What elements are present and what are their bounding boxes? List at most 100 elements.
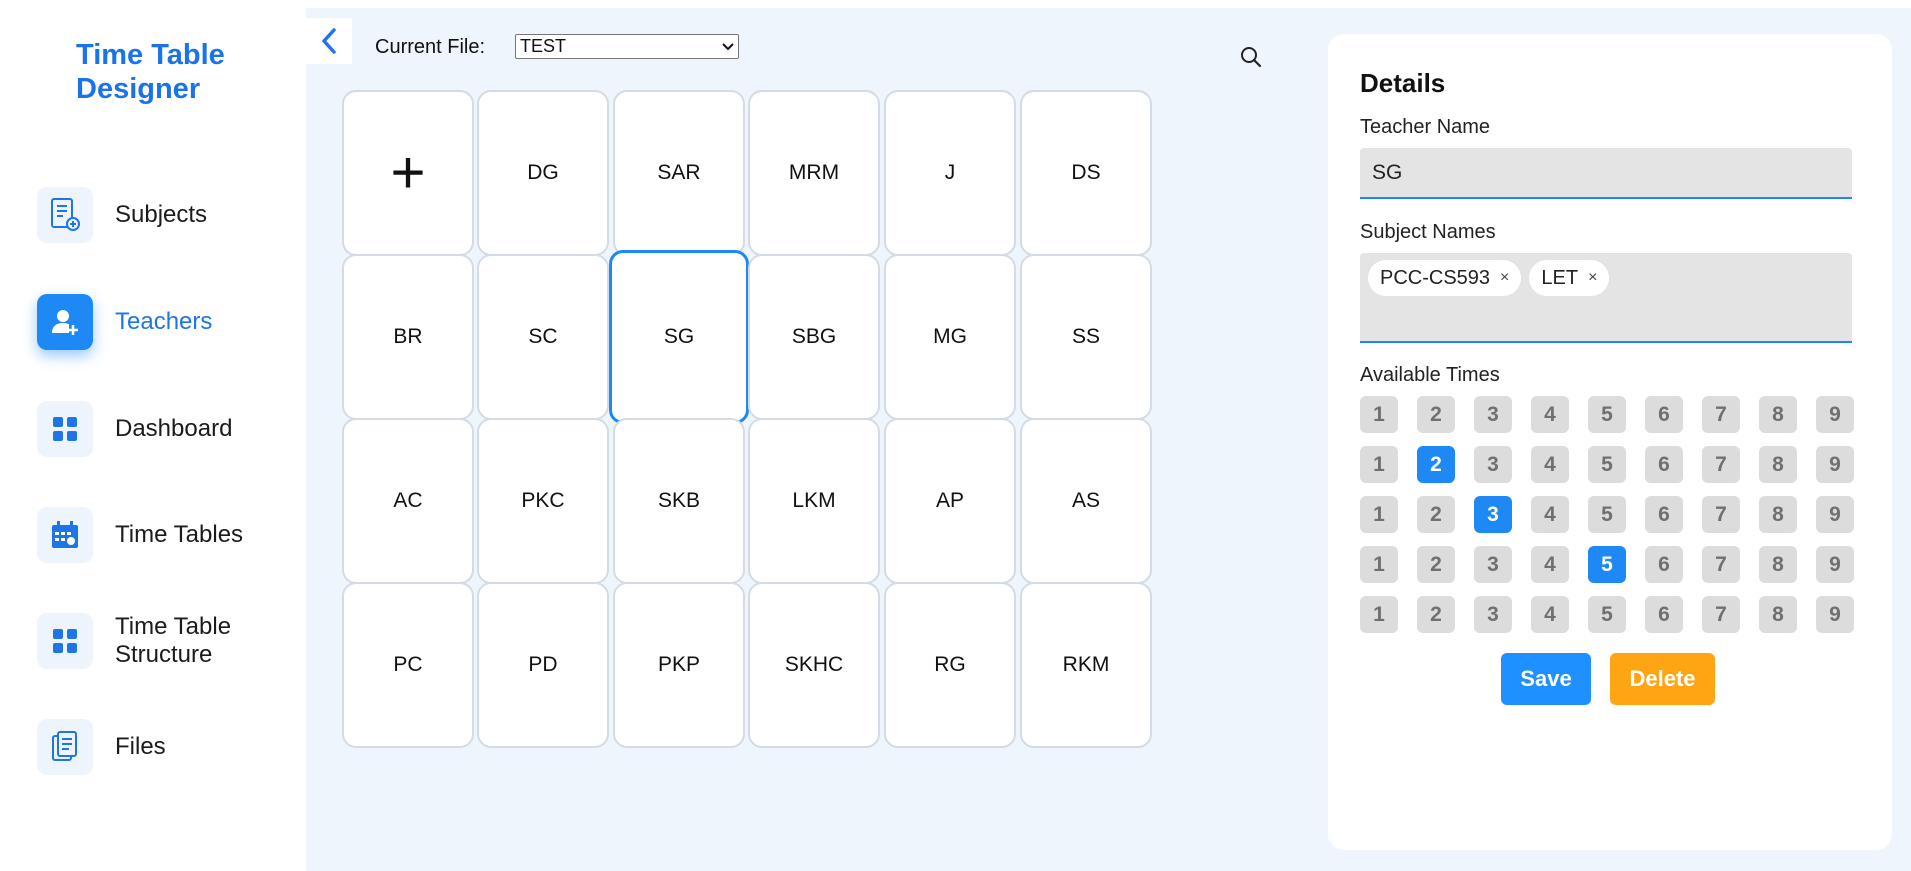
- teacher-card[interactable]: BR: [342, 254, 474, 420]
- sidebar-item-time-tables[interactable]: Time Tables: [37, 506, 243, 564]
- available-times-grid: 1234567891234567891234567891234567891234…: [1360, 396, 1854, 646]
- time-slot-toggle[interactable]: 6: [1645, 596, 1683, 633]
- time-slot-toggle[interactable]: 7: [1702, 596, 1740, 633]
- sidebar-item-dashboard[interactable]: Dashboard: [37, 400, 232, 458]
- teacher-card-label: PD: [528, 653, 558, 676]
- sidebar-item-label: Time Tables: [115, 521, 244, 548]
- teacher-card[interactable]: DS: [1020, 90, 1152, 256]
- time-slot-toggle[interactable]: 2: [1417, 496, 1455, 533]
- teacher-card[interactable]: AC: [342, 418, 474, 584]
- teacher-card[interactable]: MG: [884, 254, 1016, 420]
- teacher-grid: + DG SAR MRM J DS BR SC SG SBG MG SS AC PKC SKB LKM AP AS…: [342, 90, 1312, 842]
- time-slot-toggle[interactable]: 5: [1588, 446, 1626, 483]
- time-slot-toggle[interactable]: 3: [1474, 546, 1512, 583]
- teacher-card[interactable]: SS: [1020, 254, 1152, 420]
- time-slot-toggle[interactable]: 6: [1645, 546, 1683, 583]
- teacher-card[interactable]: PD: [477, 582, 609, 748]
- time-slot-toggle[interactable]: 9: [1816, 596, 1854, 633]
- teacher-card[interactable]: J: [884, 90, 1016, 256]
- time-slot-toggle[interactable]: 6: [1645, 496, 1683, 533]
- time-slot-toggle[interactable]: 5: [1588, 546, 1626, 583]
- time-slot-toggle[interactable]: 8: [1759, 446, 1797, 483]
- current-file-select[interactable]: TEST: [515, 34, 739, 59]
- time-slot-toggle[interactable]: 3: [1474, 496, 1512, 533]
- time-slot-toggle[interactable]: 8: [1759, 596, 1797, 633]
- teacher-card[interactable]: PKC: [477, 418, 609, 584]
- time-slot-toggle[interactable]: 9: [1816, 396, 1854, 433]
- sidebar-item-teachers[interactable]: Teachers: [37, 293, 212, 351]
- time-slot-toggle[interactable]: 4: [1531, 596, 1569, 633]
- time-slot-toggle[interactable]: 7: [1702, 546, 1740, 583]
- time-slot-toggle[interactable]: 1: [1360, 496, 1398, 533]
- time-slot-toggle[interactable]: 4: [1531, 546, 1569, 583]
- sidebar-item-label: Teachers: [115, 308, 213, 335]
- subject-names-input[interactable]: PCC-CS593 × LET ×: [1360, 253, 1852, 343]
- time-slot-toggle[interactable]: 1: [1360, 396, 1398, 433]
- sidebar-item-time-table-structure[interactable]: Time Table Structure: [37, 612, 265, 670]
- teacher-card[interactable]: PC: [342, 582, 474, 748]
- time-slot-toggle[interactable]: 8: [1759, 546, 1797, 583]
- teacher-card[interactable]: AS: [1020, 418, 1152, 584]
- teacher-card[interactable]: SKHC: [748, 582, 880, 748]
- time-slot-toggle[interactable]: 9: [1816, 496, 1854, 533]
- teacher-card[interactable]: MRM: [748, 90, 880, 256]
- time-slot-toggle[interactable]: 2: [1417, 446, 1455, 483]
- add-teacher-button[interactable]: +: [342, 90, 474, 256]
- teacher-card[interactable]: RG: [884, 582, 1016, 748]
- time-slot-toggle[interactable]: 7: [1702, 446, 1740, 483]
- time-slot-toggle[interactable]: 8: [1759, 396, 1797, 433]
- teacher-name-input[interactable]: SG: [1360, 148, 1852, 199]
- time-slot-toggle[interactable]: 5: [1588, 596, 1626, 633]
- time-slot-toggle[interactable]: 3: [1474, 396, 1512, 433]
- time-slot-toggle[interactable]: 5: [1588, 496, 1626, 533]
- teacher-card[interactable]: RKM: [1020, 582, 1152, 748]
- delete-button[interactable]: Delete: [1610, 653, 1715, 705]
- time-slot-toggle[interactable]: 4: [1531, 396, 1569, 433]
- sidebar-item-subjects[interactable]: Subjects: [37, 186, 207, 244]
- time-slot-toggle[interactable]: 2: [1417, 596, 1455, 633]
- time-slot-toggle[interactable]: 1: [1360, 596, 1398, 633]
- teacher-card-label: AP: [935, 489, 964, 512]
- time-slot-toggle[interactable]: 3: [1474, 446, 1512, 483]
- sidebar-item-files[interactable]: Files: [37, 718, 166, 776]
- sidebar-item-label: Dashboard: [115, 415, 233, 442]
- subject-chip: LET ×: [1529, 260, 1610, 296]
- time-slot-toggle[interactable]: 8: [1759, 496, 1797, 533]
- sidebar: Time Table Designer Subjects Teachers Da…: [0, 0, 306, 871]
- time-slot-toggle[interactable]: 3: [1474, 596, 1512, 633]
- remove-chip-icon[interactable]: ×: [1500, 269, 1509, 287]
- teacher-card[interactable]: SC: [477, 254, 609, 420]
- teacher-card-label: RG: [934, 653, 966, 676]
- teacher-card[interactable]: PKP: [613, 582, 745, 748]
- time-slot-toggle[interactable]: 9: [1816, 546, 1854, 583]
- time-slot-toggle[interactable]: 7: [1702, 396, 1740, 433]
- time-slot-toggle[interactable]: 4: [1531, 446, 1569, 483]
- time-slot-toggle[interactable]: 5: [1588, 396, 1626, 433]
- chevron-down-icon: [722, 42, 734, 50]
- teacher-card[interactable]: SBG: [748, 254, 880, 420]
- time-slot-toggle[interactable]: 1: [1360, 546, 1398, 583]
- search-button[interactable]: [1236, 42, 1266, 72]
- collapse-sidebar-button[interactable]: [306, 18, 352, 64]
- time-slot-toggle[interactable]: 6: [1645, 446, 1683, 483]
- teacher-card[interactable]: SKB: [613, 418, 745, 584]
- teacher-card-label: J: [944, 161, 956, 184]
- current-file-value: TEST: [520, 36, 567, 56]
- time-slot-toggle[interactable]: 2: [1417, 396, 1455, 433]
- teacher-card-label: RKM: [1062, 653, 1110, 676]
- time-slot-toggle[interactable]: 1: [1360, 446, 1398, 483]
- time-slot-toggle[interactable]: 7: [1702, 496, 1740, 533]
- teacher-card[interactable]: LKM: [748, 418, 880, 584]
- teacher-card[interactable]: DG: [477, 90, 609, 256]
- time-slot-toggle[interactable]: 4: [1531, 496, 1569, 533]
- teacher-card[interactable]: SAR: [613, 90, 745, 256]
- time-slot-toggle[interactable]: 9: [1816, 446, 1854, 483]
- save-button[interactable]: Save: [1501, 653, 1591, 705]
- teacher-card[interactable]: SG: [609, 250, 749, 424]
- teacher-card[interactable]: AP: [884, 418, 1016, 584]
- time-slot-toggle[interactable]: 6: [1645, 396, 1683, 433]
- remove-chip-icon[interactable]: ×: [1588, 269, 1597, 287]
- time-slot-toggle[interactable]: 2: [1417, 546, 1455, 583]
- time-row: 123456789: [1360, 546, 1854, 583]
- subject-chip: PCC-CS593 ×: [1368, 260, 1522, 296]
